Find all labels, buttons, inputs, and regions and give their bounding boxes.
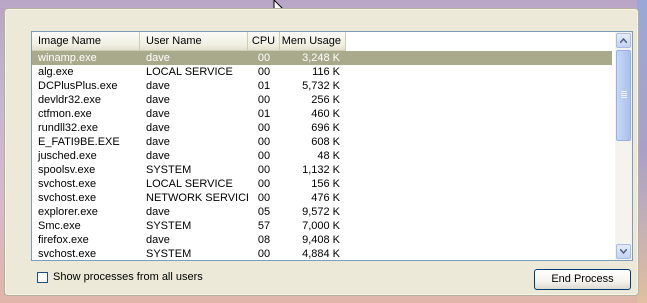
table-row[interactable]: devldr32.exe dave 00 256 K [32,93,612,107]
image-name-cell: ctfmon.exe [38,108,92,120]
user-name-cell: LOCAL SERVICE [146,178,233,190]
cpu-cell: 08 [257,234,271,246]
image-name-cell: Smc.exe [38,220,81,232]
column-header-mem-usage[interactable]: Mem Usage [280,32,346,50]
user-name-cell: dave [146,52,170,64]
cpu-cell: 00 [257,66,271,78]
cpu-cell: 00 [257,248,271,259]
user-name-cell: SYSTEM [146,248,192,259]
user-name-cell: dave [146,206,170,218]
image-name-cell: explorer.exe [38,206,98,218]
table-row[interactable]: Smc.exe SYSTEM 57 7,000 K [32,219,612,233]
user-name-cell: dave [146,80,170,92]
mem-usage-cell: 116 K [312,66,340,78]
table-row[interactable]: svchost.exe LOCAL SERVICE 00 156 K [32,177,612,191]
cpu-cell: 00 [257,164,271,176]
mem-usage-cell: 476 K [311,192,340,204]
mem-usage-cell: 4,884 K [302,248,340,259]
table-row[interactable]: spoolsv.exe SYSTEM 00 1,132 K [32,163,612,177]
mem-usage-cell: 9,572 K [302,206,340,218]
image-name-cell: spoolsv.exe [38,164,96,176]
image-name-cell: devldr32.exe [38,94,101,106]
chevron-up-icon [620,38,627,43]
table-row[interactable]: jusched.exe dave 00 48 K [32,149,612,163]
image-name-cell: jusched.exe [38,150,97,162]
user-name-cell: dave [146,108,170,120]
mem-usage-cell: 696 K [311,122,340,134]
image-name-cell: DCPlusPlus.exe [38,80,118,92]
mem-usage-cell: 1,132 K [302,164,340,176]
scroll-down-button[interactable] [616,244,631,259]
mem-usage-cell: 7,000 K [302,220,340,232]
image-name-cell: firefox.exe [38,234,89,246]
user-name-cell: LOCAL SERVICE [146,66,233,78]
user-name-cell: dave [146,136,170,148]
cpu-cell: 01 [257,108,271,120]
mem-usage-cell: 3,248 K [302,52,340,64]
process-rows: winamp.exe dave 00 3,248 K alg.exe LOCAL SERV… [32,51,612,259]
user-name-cell: SYSTEM [146,220,192,232]
scroll-up-button[interactable] [616,33,631,48]
table-row[interactable]: explorer.exe dave 05 9,572 K [32,205,612,219]
image-name-cell: svchost.exe [38,248,97,259]
vertical-scrollbar[interactable] [615,32,632,260]
mem-usage-cell: 9,408 K [302,234,340,246]
table-row[interactable]: svchost.exe SYSTEM 00 4,884 K [32,247,612,259]
table-row[interactable]: ctfmon.exe dave 01 460 K [32,107,612,121]
show-all-users-label: Show processes from all users [53,271,203,283]
user-name-cell: dave [146,122,170,134]
table-row[interactable]: alg.exe LOCAL SERVICE 00 116 K [32,65,612,79]
end-process-button[interactable]: End Process [534,269,631,290]
mem-usage-cell: 460 K [311,108,340,120]
cpu-cell: 00 [257,122,271,134]
mem-usage-cell: 48 K [317,150,340,162]
processes-panel: Image Name User Name CPU Mem Usage winam… [4,8,639,296]
show-all-users-option[interactable]: Show processes from all users [37,271,203,283]
column-headers: Image Name User Name CPU Mem Usage [32,32,346,51]
column-header-cpu[interactable]: CPU [248,32,280,50]
table-row[interactable]: DCPlusPlus.exe dave 01 5,732 K [32,79,612,93]
table-row[interactable]: rundll32.exe dave 00 696 K [32,121,612,135]
column-header-image-name[interactable]: Image Name [32,32,140,50]
image-name-cell: E_FATI9BE.EXE [38,136,120,148]
column-header-user-name[interactable]: User Name [140,32,248,50]
cpu-cell: 00 [257,178,271,190]
table-row[interactable]: svchost.exe NETWORK SERVICE 00 476 K [32,191,612,205]
user-name-cell: NETWORK SERVICE [146,192,248,204]
image-name-cell: alg.exe [38,66,74,78]
mem-usage-cell: 608 K [311,136,340,148]
user-name-cell: dave [146,150,170,162]
cpu-cell: 00 [257,150,271,162]
cpu-cell: 05 [257,206,271,218]
process-list[interactable]: Image Name User Name CPU Mem Usage winam… [31,31,633,261]
cpu-cell: 00 [257,192,271,204]
table-row[interactable]: E_FATI9BE.EXE dave 00 608 K [32,135,612,149]
user-name-cell: SYSTEM [146,164,192,176]
cpu-cell: 01 [257,80,271,92]
image-name-cell: rundll32.exe [38,122,98,134]
table-row[interactable]: firefox.exe dave 08 9,408 K [32,233,612,247]
image-name-cell: svchost.exe [38,192,97,204]
mem-usage-cell: 5,732 K [302,80,340,92]
chevron-down-icon [620,249,627,254]
cpu-cell: 00 [257,136,271,148]
user-name-cell: dave [146,234,170,246]
mem-usage-cell: 256 K [311,94,340,106]
table-row[interactable]: winamp.exe dave 00 3,248 K [32,51,612,65]
image-name-cell: svchost.exe [38,178,97,190]
image-name-cell: winamp.exe [38,52,97,64]
mem-usage-cell: 156 K [311,178,340,190]
scroll-thumb[interactable] [616,50,631,141]
show-all-users-checkbox[interactable] [37,271,48,283]
user-name-cell: dave [146,94,170,106]
cpu-cell: 57 [257,220,271,232]
cpu-cell: 00 [257,94,271,106]
cpu-cell: 00 [257,52,271,64]
